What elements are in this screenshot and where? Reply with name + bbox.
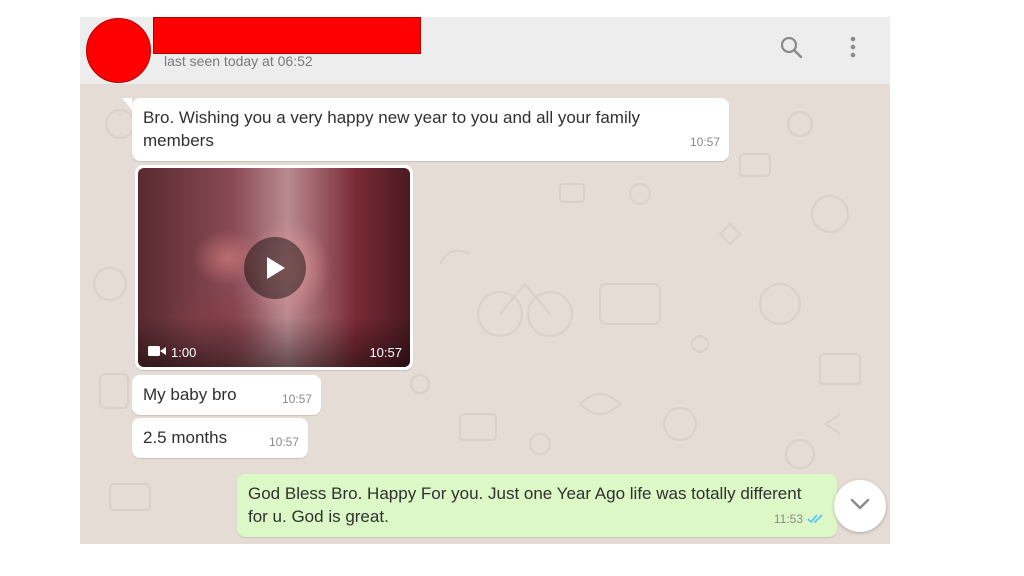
message-text: 2.5 months <box>143 428 228 447</box>
bubble-tail <box>122 98 132 110</box>
message-time: 11:53 <box>773 512 803 526</box>
video-duration: 1:00 <box>148 345 196 360</box>
play-icon[interactable] <box>244 237 306 299</box>
chevron-down-icon <box>850 497 870 515</box>
video-camera-icon <box>148 345 166 360</box>
scroll-to-bottom-button[interactable] <box>834 480 886 532</box>
last-seen-status: last seen today at 06:52 <box>164 53 313 69</box>
outgoing-message[interactable]: God Bless Bro. Happy For you. Just one Y… <box>237 474 837 537</box>
chat-window: last seen today at 06:52 Bro. Wishing yo… <box>80 17 890 544</box>
message-time: 10:57 <box>369 345 402 360</box>
search-icon[interactable] <box>778 34 804 60</box>
double-check-icon <box>807 507 825 530</box>
incoming-message[interactable]: My baby bro 10:57 <box>132 375 321 415</box>
message-text: Bro. Wishing you a very happy new year t… <box>143 108 641 150</box>
message-time: 10:57 <box>281 392 312 406</box>
incoming-message[interactable]: 2.5 months 10:57 <box>132 418 308 458</box>
contact-name-redacted[interactable] <box>153 17 421 54</box>
menu-dots-icon[interactable] <box>840 34 866 60</box>
video-duration-text: 1:00 <box>171 345 197 360</box>
incoming-message[interactable]: Bro. Wishing you a very happy new year t… <box>132 98 729 161</box>
video-thumbnail[interactable]: 1:00 10:57 <box>138 168 410 367</box>
message-time: 10:57 <box>689 135 720 149</box>
message-text: My baby bro <box>143 385 237 404</box>
chat-header: last seen today at 06:52 <box>80 17 890 84</box>
message-text: God Bless Bro. Happy For you. Just one Y… <box>248 484 802 526</box>
message-time: 10:57 <box>268 435 299 449</box>
contact-avatar-redacted[interactable] <box>86 18 151 83</box>
incoming-video-message[interactable]: 1:00 10:57 <box>135 165 413 370</box>
